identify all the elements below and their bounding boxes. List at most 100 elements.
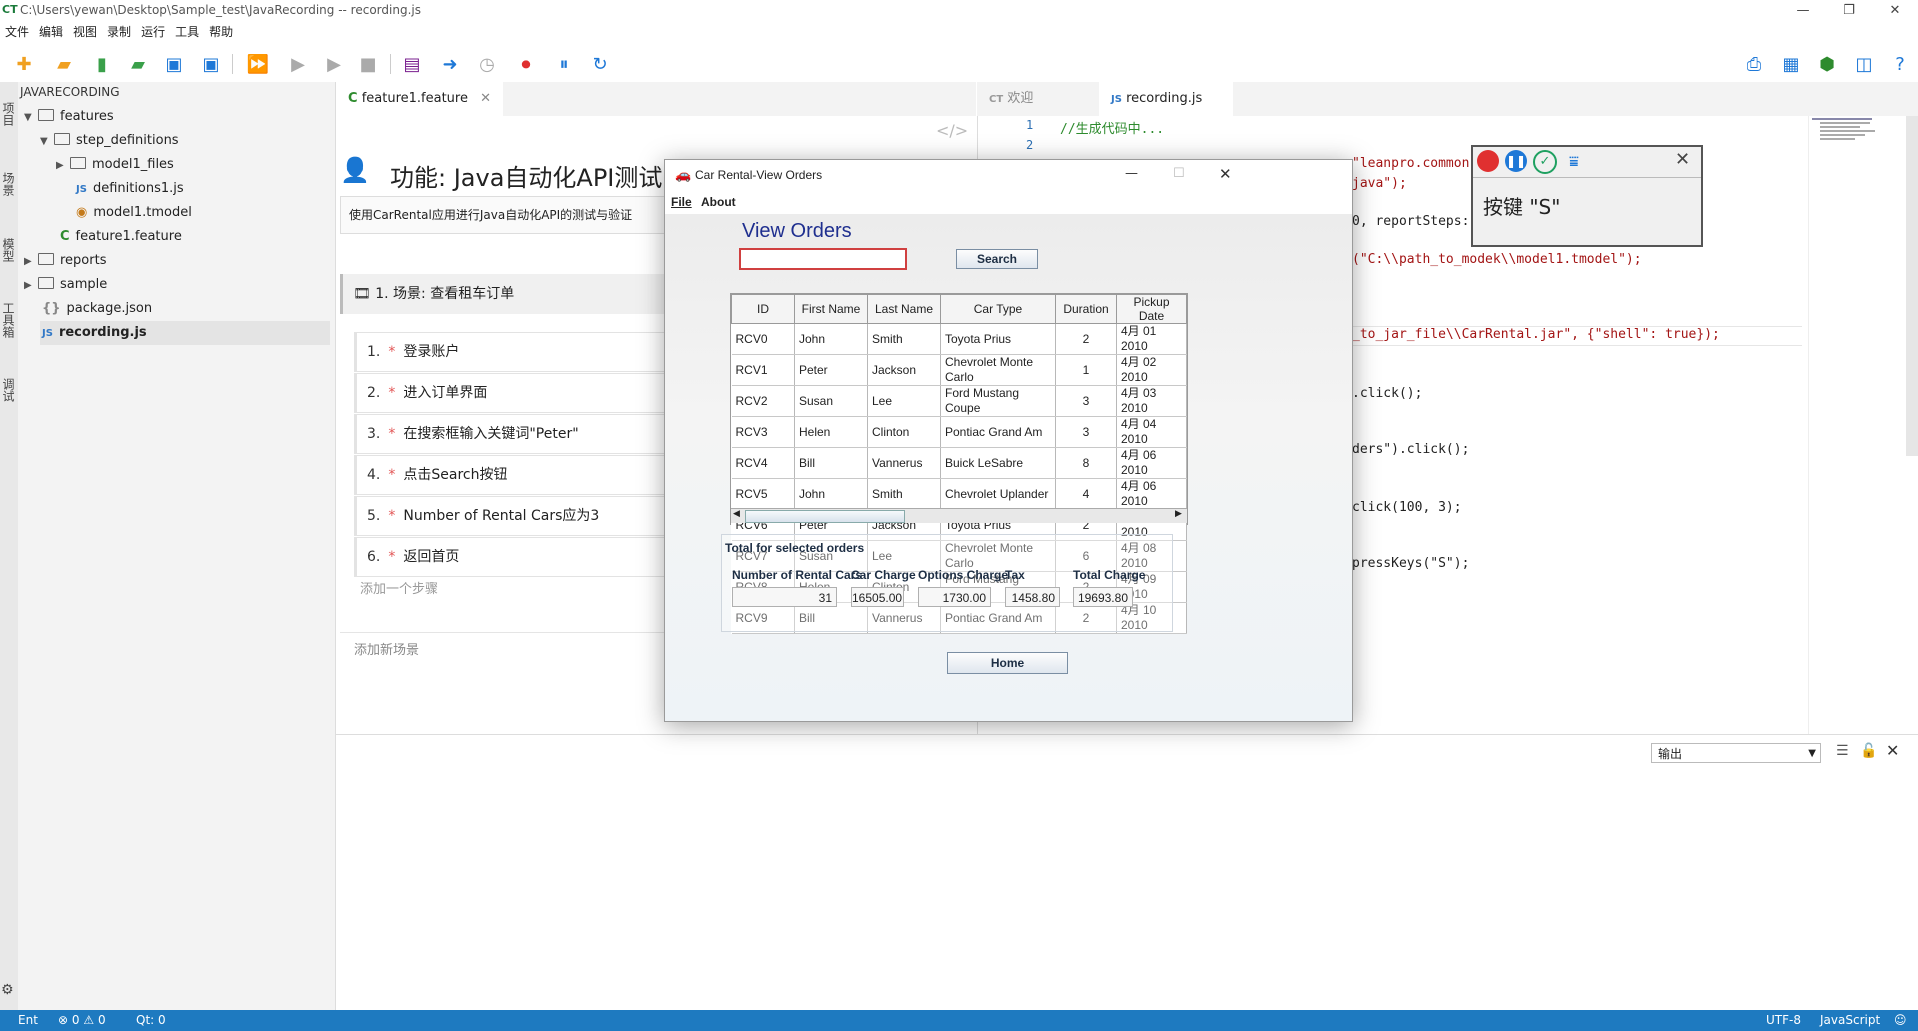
- dialog-close-button[interactable]: ✕: [1219, 165, 1232, 183]
- recorder-close-icon[interactable]: ✕: [1675, 149, 1690, 170]
- dialog-menu-about[interactable]: About: [701, 195, 736, 209]
- next-icon[interactable]: ➜: [438, 52, 462, 76]
- maximize-button[interactable]: ❐: [1826, 0, 1872, 22]
- help-icon[interactable]: ?: [1888, 52, 1912, 76]
- tree-item-reports[interactable]: ▶ reports: [24, 249, 106, 273]
- new-icon[interactable]: ✚: [12, 52, 36, 76]
- menu-record[interactable]: 录制: [102, 22, 136, 42]
- package-icon[interactable]: ⬢: [1815, 52, 1839, 76]
- open-folder-icon[interactable]: ▰: [52, 52, 76, 76]
- status-encoding[interactable]: UTF-8: [1766, 1010, 1801, 1031]
- menu-view[interactable]: 视图: [68, 22, 102, 42]
- field-total-charge[interactable]: 19693.80: [1073, 587, 1133, 607]
- layout-icon[interactable]: ◫: [1852, 52, 1876, 76]
- activity-scenario[interactable]: 场景: [1, 172, 17, 196]
- run-step-icon[interactable]: ▶: [322, 52, 346, 76]
- refresh-icon[interactable]: ↻: [588, 52, 612, 76]
- view-orders-heading: View Orders: [742, 220, 852, 242]
- tab-welcome[interactable]: CT 欢迎: [977, 82, 1109, 116]
- col-duration[interactable]: Duration: [1055, 294, 1117, 324]
- dialog-minimize-button[interactable]: —: [1125, 166, 1138, 181]
- tree-item-package-json[interactable]: {} package.json: [40, 297, 152, 321]
- open-file-icon[interactable]: ▰: [126, 52, 150, 76]
- lock-icon[interactable]: 🔓: [1860, 743, 1877, 759]
- minimize-button[interactable]: —: [1780, 0, 1826, 22]
- close-tab-icon[interactable]: ✕: [480, 91, 491, 106]
- col-last-name[interactable]: Last Name: [867, 294, 941, 324]
- stop-record-icon[interactable]: [1477, 150, 1499, 172]
- table-row[interactable]: RCV4 Bill Vannerus Buick LeSabre 8 4月 06 2010: [731, 447, 1187, 479]
- home-button[interactable]: Home: [947, 652, 1068, 674]
- close-window-button[interactable]: ✕: [1872, 0, 1918, 22]
- run-icon[interactable]: ▶: [286, 52, 310, 76]
- field-options-charge[interactable]: 1730.00: [918, 587, 991, 607]
- tree-item-definitions1[interactable]: JS definitions1.js: [74, 177, 184, 201]
- table-row[interactable]: RCV5 John Smith Chevrolet Uplander 4 4月 06 20…: [731, 478, 1187, 510]
- field-car-charge[interactable]: 16505.00: [851, 587, 904, 607]
- minimap[interactable]: [1810, 116, 1905, 166]
- col-car-type[interactable]: Car Type: [940, 294, 1056, 324]
- dialog-maximize-button[interactable]: ☐: [1173, 166, 1185, 181]
- tree-item-feature1[interactable]: Cfeature1.feature: [58, 225, 182, 249]
- code-view-icon[interactable]: </>: [936, 121, 968, 140]
- table-row[interactable]: RCV3 Helen Clinton Pontiac Grand Am 3 4月 04 2…: [731, 416, 1187, 448]
- table-row[interactable]: RCV1 Peter Jackson Chevrolet Monte Carlo 1 4月…: [731, 354, 1187, 386]
- menu-edit[interactable]: 编辑: [34, 22, 68, 42]
- col-id[interactable]: ID: [731, 294, 795, 324]
- new-file-icon[interactable]: ▮: [90, 52, 114, 76]
- save-icon[interactable]: ▣: [162, 52, 186, 76]
- status-qt[interactable]: Qt: 0: [136, 1010, 166, 1031]
- tree-item-sample[interactable]: ▶ sample: [24, 273, 107, 297]
- add-step-link[interactable]: 添加一个步骤: [360, 578, 438, 597]
- tab-recording-js[interactable]: JS recording.js ●: [1099, 82, 1233, 141]
- tree-item-step-definitions[interactable]: ▼ step_definitions: [40, 129, 179, 153]
- output-select[interactable]: 输出 ▼: [1651, 743, 1821, 763]
- stop-icon[interactable]: ■: [356, 52, 380, 76]
- tree-item-features[interactable]: ▼ features: [24, 105, 114, 129]
- checkpoint-icon[interactable]: ✓: [1533, 150, 1557, 174]
- status-language[interactable]: JavaScript: [1820, 1010, 1880, 1031]
- spy-icon[interactable]: ⩸: [1569, 152, 1579, 172]
- scrollbar-thumb[interactable]: [745, 510, 905, 523]
- clear-output-icon[interactable]: ☰: [1836, 743, 1849, 759]
- editor-scrollbar[interactable]: [1906, 116, 1918, 456]
- pause-icon[interactable]: ⏸: [552, 52, 576, 76]
- pause-record-icon[interactable]: ❚❚: [1505, 150, 1527, 172]
- scroll-right-arrow-icon[interactable]: ▶: [1175, 509, 1182, 519]
- dialog-menu-file[interactable]: File: [671, 195, 692, 209]
- save-all-icon[interactable]: ▣: [199, 52, 223, 76]
- horizontal-scrollbar[interactable]: ◀ ▶: [731, 508, 1187, 523]
- scroll-left-arrow-icon[interactable]: ◀: [733, 509, 740, 519]
- tab-feature1[interactable]: C feature1.feature ✕: [336, 82, 504, 116]
- activity-debug[interactable]: 调试: [1, 378, 17, 402]
- col-first-name[interactable]: First Name: [794, 294, 868, 324]
- col-pickup-date[interactable]: Pickup Date: [1116, 294, 1187, 324]
- search-button[interactable]: Search: [956, 249, 1038, 269]
- menu-file[interactable]: 文件: [0, 22, 34, 42]
- model-manager-icon[interactable]: ▦: [1779, 52, 1803, 76]
- activity-toolbox[interactable]: 工具箱: [1, 302, 17, 338]
- timer-icon[interactable]: ◷: [475, 52, 499, 76]
- menu-tools[interactable]: 工具: [170, 22, 204, 42]
- status-ent[interactable]: Ent: [18, 1010, 38, 1031]
- activity-model[interactable]: 模型: [1, 238, 17, 262]
- recorder-icon[interactable]: ⎙: [1742, 52, 1766, 76]
- tree-item-model1-files[interactable]: ▶ model1_files: [56, 153, 174, 177]
- search-input[interactable]: [739, 248, 907, 270]
- terminal-icon[interactable]: ▤: [400, 52, 424, 76]
- close-panel-icon[interactable]: ✕: [1886, 741, 1899, 760]
- menu-help[interactable]: 帮助: [204, 22, 238, 42]
- activity-project[interactable]: 项目: [1, 102, 17, 126]
- field-tax[interactable]: 1458.80: [1005, 587, 1060, 607]
- record-stop-icon[interactable]: ⏺: [514, 52, 538, 76]
- status-problems[interactable]: ⊗ 0 ⚠ 0: [58, 1010, 106, 1031]
- table-row[interactable]: RCV0 John Smith Toyota Prius 2 4月 01 2010: [731, 323, 1187, 355]
- feedback-icon[interactable]: ☺: [1894, 1010, 1907, 1031]
- tree-item-recording-js[interactable]: JS recording.js: [40, 321, 330, 345]
- field-number-of-rental-cars[interactable]: 31: [732, 587, 837, 607]
- run-all-icon[interactable]: ⏩: [246, 52, 270, 76]
- settings-gear-icon[interactable]: ⚙: [1, 982, 17, 998]
- tree-item-model1-tmodel[interactable]: ◉ model1.tmodel: [74, 201, 192, 225]
- menu-run[interactable]: 运行: [136, 22, 170, 42]
- table-row[interactable]: RCV2 Susan Lee Ford Mustang Coupe 3 4月 03 201…: [731, 385, 1187, 417]
